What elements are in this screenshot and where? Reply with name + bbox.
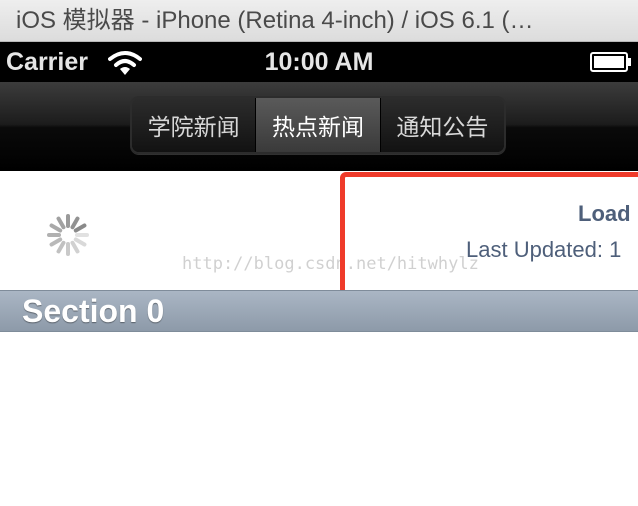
window-title: iOS 模拟器 - iPhone (Retina 4-inch) / iOS 6…	[0, 0, 638, 42]
segment-hot-news[interactable]: 热点新闻	[256, 98, 381, 152]
battery-icon	[590, 52, 631, 72]
section-header: Section 0	[0, 290, 638, 332]
spinner-spoke	[70, 240, 80, 254]
status-time: 10:00 AM	[264, 48, 374, 76]
spinner-spoke	[56, 240, 66, 254]
spinner-icon	[47, 214, 89, 256]
spinner-spoke	[49, 237, 63, 247]
spinner-spoke	[73, 237, 87, 247]
navigation-bar: 学院新闻 热点新闻 通知公告	[0, 82, 638, 171]
table-view[interactable]	[0, 332, 638, 506]
spinner-spoke	[49, 223, 63, 233]
highlight-annotation-box	[340, 172, 638, 298]
spinner-spoke	[73, 223, 87, 233]
spinner-spoke	[56, 216, 66, 230]
segmented-control: 学院新闻 热点新闻 通知公告	[130, 96, 506, 154]
segment-college-news[interactable]: 学院新闻	[132, 98, 257, 152]
status-bar: Carrier 10:00 AM	[0, 42, 638, 82]
segment-notices[interactable]: 通知公告	[380, 98, 504, 152]
section-title: Section 0	[22, 293, 165, 329]
spinner-spoke	[70, 216, 80, 230]
